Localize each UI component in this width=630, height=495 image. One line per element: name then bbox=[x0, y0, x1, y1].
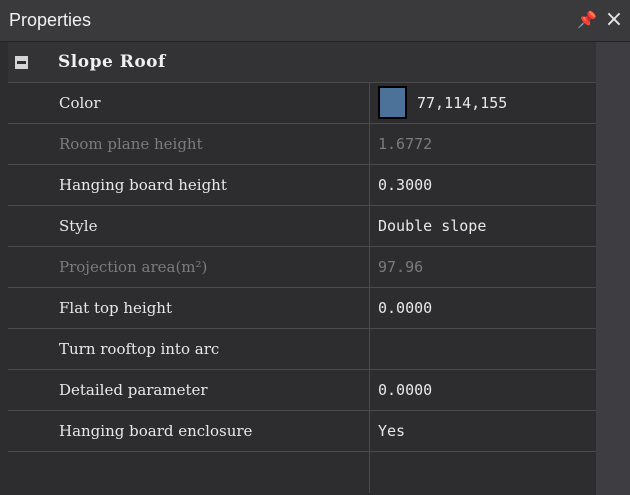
color-swatch[interactable] bbox=[378, 86, 407, 119]
property-grid: Slope Roof Color 77,114,155 Room plane h… bbox=[8, 42, 596, 495]
property-value: 0.3000 bbox=[378, 176, 433, 194]
property-name: Hanging board height bbox=[59, 176, 227, 194]
property-value-cell: 1.6772 bbox=[370, 124, 596, 164]
empty-row bbox=[8, 452, 596, 495]
property-value-cell[interactable] bbox=[370, 329, 596, 369]
property-row-projection-area: Projection area(m²) 97.96 bbox=[8, 247, 596, 288]
property-name: Flat top height bbox=[59, 299, 172, 317]
property-name: Style bbox=[59, 217, 98, 235]
property-row-room-plane-height: Room plane height 1.6772 bbox=[8, 124, 596, 165]
property-name-cell: Color bbox=[38, 83, 370, 123]
property-value: 0.0000 bbox=[378, 381, 433, 399]
collapse-minus-icon[interactable] bbox=[15, 56, 28, 69]
properties-panel: Properties 📌 × Slope Roof Color 77,114,1… bbox=[0, 0, 630, 495]
property-name-cell: Hanging board enclosure bbox=[38, 411, 370, 451]
property-value: 0.0000 bbox=[378, 299, 433, 317]
property-value-cell[interactable]: Double slope bbox=[370, 206, 596, 246]
property-value-cell[interactable]: 0.0000 bbox=[370, 288, 596, 328]
property-value: Yes bbox=[378, 422, 406, 440]
property-name: Room plane height bbox=[59, 135, 203, 153]
property-row-style[interactable]: Style Double slope bbox=[8, 206, 596, 247]
property-name: Hanging board enclosure bbox=[59, 422, 253, 440]
panel-title: Properties bbox=[9, 10, 92, 30]
property-row-color[interactable]: Color 77,114,155 bbox=[8, 83, 596, 124]
property-name-cell: Projection area(m²) bbox=[38, 247, 370, 287]
category-label: Slope Roof bbox=[58, 52, 166, 72]
property-row-flat-top-height[interactable]: Flat top height 0.0000 bbox=[8, 288, 596, 329]
property-value: 97.96 bbox=[378, 258, 424, 276]
property-value: 77,114,155 bbox=[417, 94, 508, 112]
panel-titlebar: Properties 📌 × bbox=[0, 0, 630, 42]
property-name: Turn rooftop into arc bbox=[59, 340, 220, 358]
property-name-cell: Style bbox=[38, 206, 370, 246]
property-name-cell: Room plane height bbox=[38, 124, 370, 164]
close-icon[interactable]: × bbox=[603, 8, 625, 32]
property-row-detailed-parameter[interactable]: Detailed parameter 0.0000 bbox=[8, 370, 596, 411]
property-name-cell: Flat top height bbox=[38, 288, 370, 328]
property-value-cell[interactable]: 77,114,155 bbox=[370, 83, 596, 123]
property-name: Color bbox=[59, 94, 101, 112]
property-value-cell[interactable]: 0.0000 bbox=[370, 370, 596, 410]
vertical-scrollbar[interactable] bbox=[596, 42, 630, 495]
property-name-cell: Turn rooftop into arc bbox=[38, 329, 370, 369]
property-row-hanging-board-height[interactable]: Hanging board height 0.3000 bbox=[8, 165, 596, 206]
property-value-cell: 97.96 bbox=[370, 247, 596, 287]
property-row-turn-rooftop-into-arc[interactable]: Turn rooftop into arc bbox=[8, 329, 596, 370]
property-name-cell: Hanging board height bbox=[38, 165, 370, 205]
property-value-cell[interactable]: 0.3000 bbox=[370, 165, 596, 205]
property-value-cell[interactable]: Yes bbox=[370, 411, 596, 451]
property-name-cell: Detailed parameter bbox=[38, 370, 370, 410]
property-value: Double slope bbox=[378, 217, 487, 235]
category-slope-roof[interactable]: Slope Roof bbox=[8, 42, 596, 83]
property-name-cell bbox=[38, 452, 370, 493]
property-row-hanging-board-enclosure[interactable]: Hanging board enclosure Yes bbox=[8, 411, 596, 452]
property-name: Projection area(m²) bbox=[59, 258, 208, 276]
pin-icon[interactable]: 📌 bbox=[577, 9, 597, 31]
property-name: Detailed parameter bbox=[59, 381, 208, 399]
property-value: 1.6772 bbox=[378, 135, 433, 153]
